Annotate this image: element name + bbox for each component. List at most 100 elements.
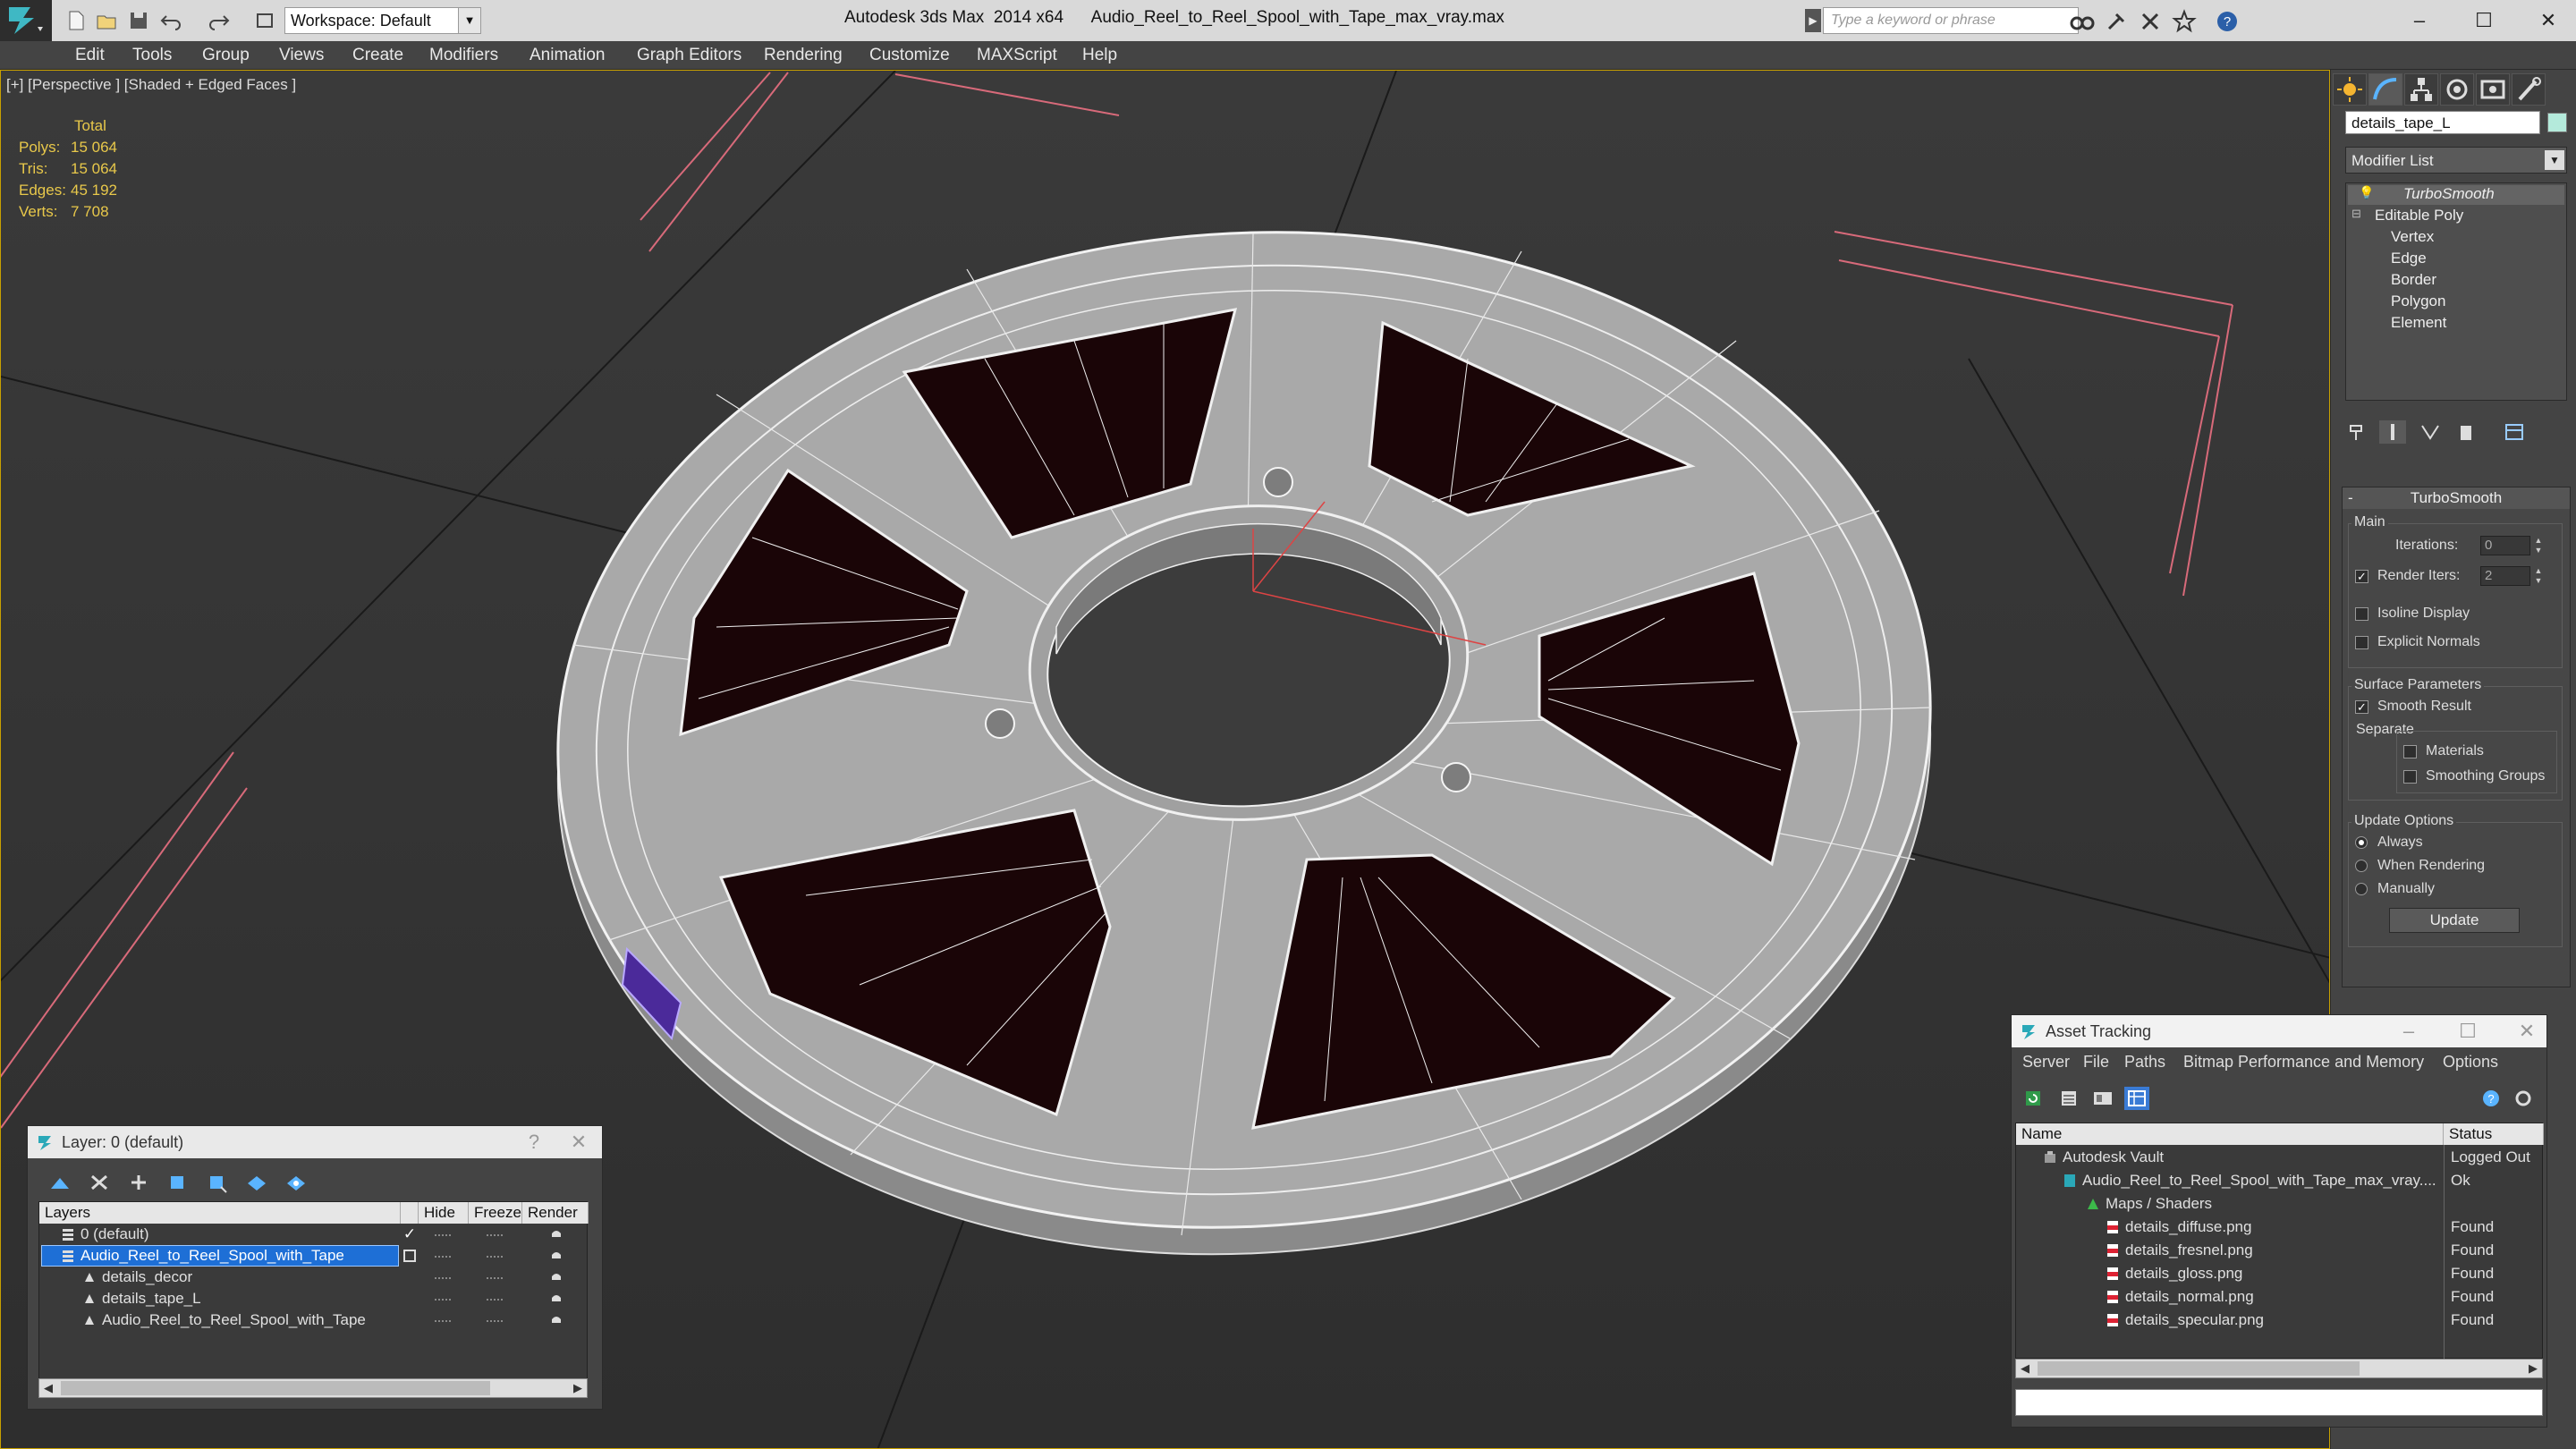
render-teapot-icon[interactable] xyxy=(549,1250,564,1262)
asset-minimize-button[interactable]: – xyxy=(2391,1015,2427,1047)
binoculars-icon[interactable] xyxy=(2070,9,2095,34)
menu-graph-editors[interactable]: Graph Editors xyxy=(633,44,745,67)
menu-tools[interactable]: Tools xyxy=(129,44,175,67)
remove-modifier-icon[interactable] xyxy=(2453,420,2479,444)
scroll-right-arrow[interactable]: ▶ xyxy=(569,1379,587,1397)
smoothing-groups-checkbox[interactable] xyxy=(2403,770,2417,784)
motion-tab-icon[interactable] xyxy=(2440,73,2474,106)
hide-toggle[interactable] xyxy=(435,1256,451,1258)
render-iters-spinner[interactable]: 2 xyxy=(2480,566,2530,586)
update-button[interactable]: Update xyxy=(2389,908,2520,933)
workspace-dropdown[interactable]: Workspace: Default xyxy=(284,7,481,34)
render-iters-checkbox[interactable]: ✓ xyxy=(2355,570,2368,583)
freeze-toggle[interactable] xyxy=(487,1277,503,1279)
freeze-toggle[interactable] xyxy=(487,1256,503,1258)
stack-subobject-edge[interactable]: Edge xyxy=(2391,250,2427,267)
layer-row-audio-reel[interactable]: Audio_Reel_to_Reel_Spool_with_Tape xyxy=(39,1245,589,1267)
isoline-display-checkbox[interactable] xyxy=(2355,607,2368,621)
active-layer-checkmark-icon[interactable]: ✓ xyxy=(401,1224,419,1245)
select-objects-in-layer-icon[interactable] xyxy=(165,1171,191,1194)
freeze-toggle[interactable] xyxy=(487,1234,503,1236)
hide-toggle[interactable] xyxy=(435,1277,451,1279)
hide-toggle[interactable] xyxy=(435,1299,451,1301)
asset-row-diffuse[interactable]: details_diffuse.png Found xyxy=(2016,1216,2544,1238)
favorites-star-icon[interactable] xyxy=(2172,9,2197,34)
menu-help[interactable]: Help xyxy=(1079,44,1121,67)
asset-row-gloss[interactable]: details_gloss.png Found xyxy=(2016,1263,2544,1284)
viewport-label[interactable]: [+] [Perspective ] [Shaded + Edged Faces… xyxy=(6,76,296,94)
layer-list-horizontal-scrollbar[interactable]: ◀ ▶ xyxy=(38,1378,588,1398)
workspace-dropdown-arrow[interactable]: ▼ xyxy=(458,7,481,34)
display-tab-icon[interactable] xyxy=(2476,73,2510,106)
maximize-button[interactable]: ☐ xyxy=(2462,4,2506,38)
asset-settings-icon[interactable] xyxy=(2511,1087,2536,1110)
create-new-layer-icon[interactable] xyxy=(47,1171,72,1194)
render-teapot-icon[interactable] xyxy=(549,1314,564,1326)
layer-row-details-decor[interactable]: details_decor xyxy=(39,1267,589,1288)
minimize-button[interactable]: – xyxy=(2397,4,2442,38)
freeze-toggle[interactable] xyxy=(487,1320,503,1322)
subscription-icon[interactable] xyxy=(2104,9,2129,34)
render-column-header[interactable]: Render xyxy=(522,1202,589,1224)
menu-maxscript[interactable]: MAXScript xyxy=(973,44,1061,67)
undo-icon[interactable] xyxy=(159,9,182,32)
layer-row-default[interactable]: 0 (default) ✓ xyxy=(39,1224,589,1245)
asset-help-icon[interactable]: ? xyxy=(2479,1087,2504,1110)
manually-radio[interactable] xyxy=(2355,883,2368,895)
asset-menu-paths[interactable]: Paths xyxy=(2124,1053,2165,1072)
scrollbar-thumb[interactable] xyxy=(2038,1361,2360,1376)
layer-panel-close-button[interactable]: ✕ xyxy=(561,1126,597,1158)
menu-views[interactable]: Views xyxy=(275,44,327,67)
make-unique-icon[interactable] xyxy=(2417,420,2444,444)
thumbnail-view-icon[interactable] xyxy=(2090,1087,2115,1110)
create-tab-icon[interactable] xyxy=(2333,73,2367,106)
delete-layer-icon[interactable] xyxy=(87,1171,112,1194)
asset-menu-options[interactable]: Options xyxy=(2443,1053,2498,1072)
search-input[interactable]: Type a keyword or phrase xyxy=(1823,7,2079,34)
menu-modifiers[interactable]: Modifiers xyxy=(426,44,502,67)
set-current-layer-box[interactable] xyxy=(403,1250,416,1262)
refresh-icon[interactable] xyxy=(2021,1087,2046,1110)
asset-menu-server[interactable]: Server xyxy=(2022,1053,2070,1072)
show-end-result-icon[interactable] xyxy=(2379,420,2406,444)
asset-row-maps-shaders[interactable]: Maps / Shaders xyxy=(2016,1193,2544,1215)
hide-column-header[interactable]: Hide xyxy=(419,1202,469,1224)
asset-row-normal[interactable]: details_normal.png Found xyxy=(2016,1286,2544,1308)
layer-panel-help-button[interactable]: ? xyxy=(516,1126,552,1158)
layers-column-header[interactable]: Layers xyxy=(39,1202,401,1224)
pin-stack-icon[interactable] xyxy=(2343,420,2370,444)
modify-tab-icon[interactable] xyxy=(2368,73,2402,106)
app-logo-button[interactable] xyxy=(0,0,52,41)
audio-reel-model[interactable] xyxy=(524,187,1964,1300)
stack-subobject-element[interactable]: Element xyxy=(2391,314,2446,332)
menu-group[interactable]: Group xyxy=(199,44,253,67)
freeze-unfreeze-all-layers-icon[interactable] xyxy=(284,1171,309,1194)
scroll-left-arrow[interactable]: ◀ xyxy=(2016,1360,2034,1377)
search-expand-arrow[interactable]: ▶ xyxy=(1805,9,1821,32)
freeze-column-header[interactable]: Freeze xyxy=(469,1202,522,1224)
iterations-spinner-arrows[interactable]: ▲ ▼ xyxy=(2532,536,2545,555)
explicit-normals-checkbox[interactable] xyxy=(2355,636,2368,649)
always-radio[interactable] xyxy=(2355,836,2368,849)
object-name-field[interactable]: details_tape_L xyxy=(2345,111,2540,134)
render-iters-spinner-arrows[interactable]: ▲ ▼ xyxy=(2532,566,2545,586)
stack-label-editable-poly[interactable]: Editable Poly xyxy=(2375,207,2463,225)
communication-center-icon[interactable] xyxy=(2138,9,2163,34)
collapse-toggle-icon[interactable]: ⊟ xyxy=(2351,207,2361,221)
utilities-tab-icon[interactable] xyxy=(2512,73,2546,106)
highlight-selected-layers-icon[interactable] xyxy=(205,1171,230,1194)
configure-modifier-sets-icon[interactable] xyxy=(2501,420,2528,444)
asset-path-field[interactable] xyxy=(2015,1389,2543,1416)
scroll-left-arrow[interactable]: ◀ xyxy=(39,1379,57,1397)
close-button[interactable]: ✕ xyxy=(2526,4,2571,38)
stack-label-turbosmooth[interactable]: TurboSmooth xyxy=(2403,185,2495,203)
add-to-layer-icon[interactable] xyxy=(126,1171,151,1194)
stack-subobject-polygon[interactable]: Polygon xyxy=(2391,292,2445,310)
materials-checkbox[interactable] xyxy=(2403,745,2417,758)
asset-row-specular[interactable]: details_specular.png Found xyxy=(2016,1309,2544,1331)
hide-toggle[interactable] xyxy=(435,1234,451,1236)
render-teapot-icon[interactable] xyxy=(549,1292,564,1305)
save-file-icon[interactable] xyxy=(127,9,150,32)
asset-menu-bitmap-performance[interactable]: Bitmap Performance and Memory xyxy=(2183,1053,2424,1072)
list-view-icon[interactable] xyxy=(2056,1087,2081,1110)
